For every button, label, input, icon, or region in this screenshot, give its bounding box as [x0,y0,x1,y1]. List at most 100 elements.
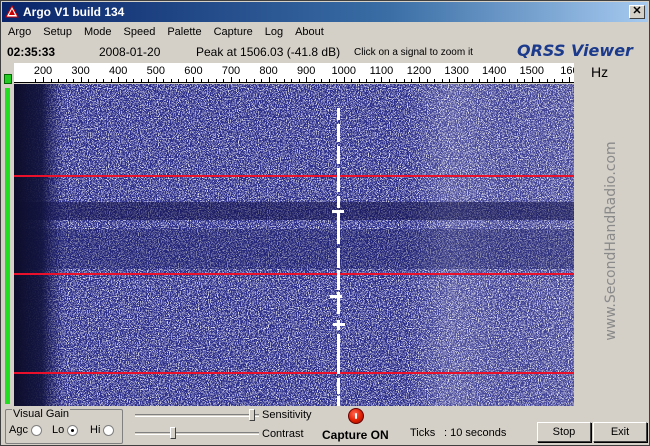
scale-tick [223,79,225,82]
scale-tick [524,79,526,82]
signal-blip [330,295,342,298]
window-title: Argo V1 build 134 [23,5,125,19]
scale-tick [336,79,338,82]
agc-option[interactable]: Agc [9,424,42,436]
contrast-thumb[interactable] [170,427,176,439]
menu-argo[interactable]: Argo [2,26,36,38]
scale-tick [388,79,390,82]
scale-tick [328,79,330,82]
scale-tick [193,77,195,82]
scale-tick [261,79,263,82]
scale-tick [231,77,232,82]
menu-capture[interactable]: Capture [207,26,258,38]
scale-tick [509,79,511,82]
control-panel: Visual Gain Agc Lo Hi Sensitivity Contra… [2,406,648,446]
title-bar[interactable]: Argo V1 build 134 ✕ [2,2,648,22]
menu-palette[interactable]: Palette [160,26,206,38]
signal-segment [337,378,340,394]
info-bar: 02:35:33 2008-01-20 Peak at 1506.03 (-41… [2,41,648,63]
sensitivity-slider[interactable] [135,409,259,421]
scale-tick [494,77,496,82]
capture-led-icon[interactable] [348,408,364,424]
hi-radio[interactable] [103,424,115,436]
menu-speed[interactable]: Speed [117,26,161,38]
close-button[interactable]: ✕ [629,5,645,19]
meter-indicator [4,74,12,84]
scale-tick [351,79,353,82]
scale-tick [403,79,405,82]
scale-tick [253,79,255,82]
scale-tick [95,79,97,82]
scale-tick [486,79,488,82]
scale-tick [276,79,278,82]
scale-tick [554,79,556,82]
scale-tick [268,77,270,82]
scale-tick [546,79,548,82]
scale-tick [531,77,533,82]
scale-tick [306,77,308,82]
waterfall-canvas[interactable] [14,84,574,406]
scale-label: 800 [259,65,278,77]
signal-segment [337,396,340,406]
scale-tick [343,77,345,82]
scale-tick [103,79,105,82]
signal-segment [337,334,340,374]
waterfall-display[interactable] [14,84,574,406]
scale-label: 700 [221,65,241,77]
scale-label: 1100 [369,65,394,77]
scale-tick [411,79,413,82]
exit-button[interactable]: Exit [593,422,647,442]
app-icon [5,5,19,18]
scale-tick [479,79,481,82]
signal-segment [337,210,340,244]
menu-bar: Argo Setup Mode Speed Palette Capture Lo… [2,22,648,41]
ticks-label: Ticks [410,427,436,439]
hz-unit-label: Hz [591,64,609,80]
scale-tick [148,79,150,82]
contrast-slider[interactable] [135,427,259,439]
scale-label: 500 [146,65,165,77]
zoom-hint: Click on a signal to zoom it [354,47,473,58]
scale-label: 900 [297,65,316,77]
menu-log[interactable]: Log [258,26,288,38]
sensitivity-track [135,414,259,417]
scale-tick [366,79,368,82]
scale-tick [238,79,240,82]
agc-radio[interactable] [30,424,42,436]
scale-label: 300 [71,65,90,77]
scale-label: 200 [33,65,53,77]
peak-readout: Peak at 1506.03 (-41.8 dB) [196,45,341,59]
lo-option[interactable]: Lo [52,424,79,436]
scale-tick [456,77,458,82]
signal-segment [337,146,340,164]
visual-gain-group: Visual Gain Agc Lo Hi [5,408,123,444]
lo-radio[interactable] [67,424,79,436]
sensitivity-thumb[interactable] [249,409,255,421]
scale-tick [155,77,157,82]
visual-gain-label: Visual Gain [12,408,71,420]
signal-segment [337,168,340,192]
stop-button[interactable]: Stop [537,422,591,442]
scale-tick [185,79,187,82]
frequency-scale[interactable]: 200 300 400 500 600 700 800 900 1000 1100 1200 1300… [14,63,574,83]
scale-tick [441,79,443,82]
scale-tick [291,79,293,82]
scale-tick [58,79,60,82]
menu-mode[interactable]: Mode [77,26,117,38]
contrast-label: Contrast [262,428,304,440]
scale-tick [125,79,127,82]
menu-about[interactable]: About [288,26,329,38]
scale-label: 400 [109,65,128,77]
scale-tick [208,79,210,82]
scale-tick [163,79,165,82]
contrast-track [135,432,259,435]
hi-option[interactable]: Hi [90,424,115,436]
menu-setup[interactable]: Setup [36,26,77,38]
scale-tick [73,79,75,82]
scale-tick [215,79,217,82]
scale-tick [381,77,383,82]
scale-tick [449,79,451,82]
scale-tick [283,79,285,82]
scale-tick [88,79,90,82]
lo-label: Lo [52,424,65,436]
